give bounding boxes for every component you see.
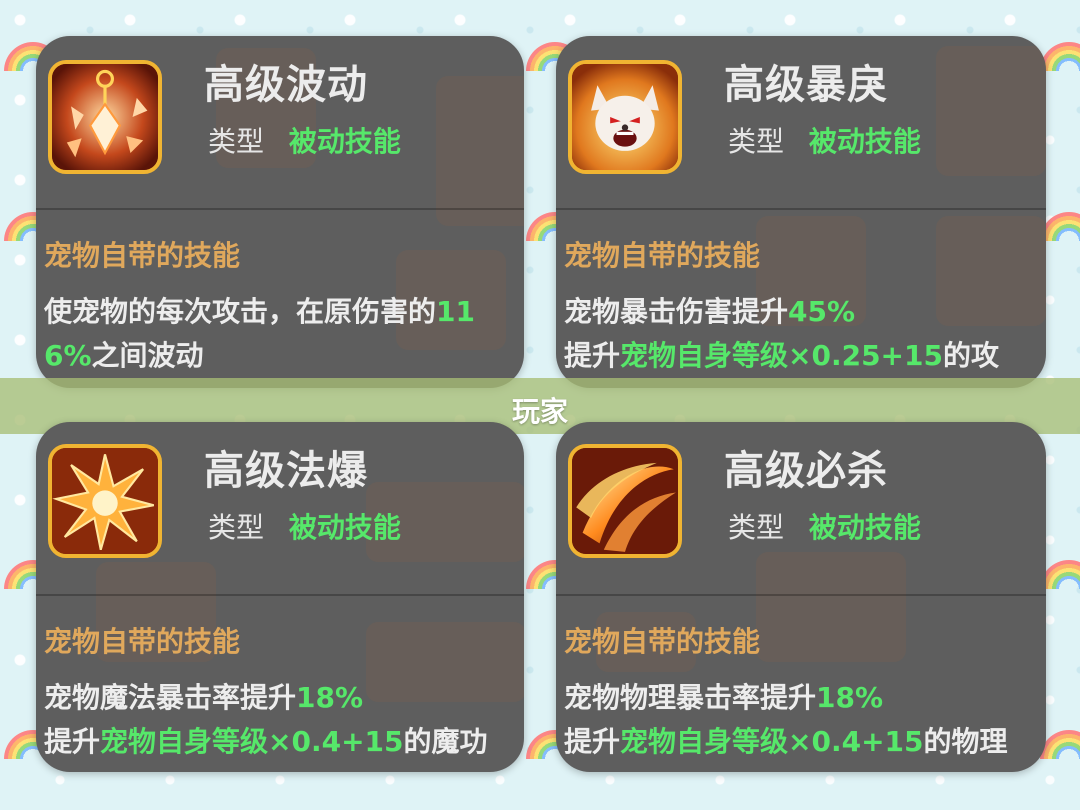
description-text: 提升 — [564, 339, 621, 372]
skill-card-magic-burst[interactable]: 高级法爆 类型 被动技能 宠物自带的技能 宠物魔法暴击率提升18% 提升宠物自身… — [36, 422, 524, 772]
background-slot — [936, 216, 1046, 326]
angry-wolf-icon — [568, 60, 682, 174]
background-slot — [936, 46, 1046, 176]
skill-card-critical[interactable]: 高级必杀 类型 被动技能 宠物自带的技能 宠物物理暴击率提升18% 提升宠物自身… — [556, 422, 1046, 772]
skill-title: 高级暴戾 — [724, 62, 888, 108]
skill-title: 高级波动 — [204, 62, 368, 108]
rainbow-decoration — [1040, 560, 1080, 589]
description-line-1: 使宠物的每次攻击，在原伤害的11 — [44, 290, 475, 330]
description-line-2: 提升宠物自身等级×0.25+15的攻 — [564, 334, 999, 374]
rainbow-decoration — [1040, 730, 1080, 759]
divider — [36, 594, 524, 596]
background-slot — [366, 622, 524, 702]
description-highlight: 宠物自身等级×0.25+15 — [620, 339, 943, 372]
rainbow-decoration — [1040, 212, 1080, 241]
description-text: 宠物魔法暴击率提升 — [44, 681, 297, 714]
section-heading: 宠物自带的技能 — [44, 625, 241, 658]
type-value: 被动技能 — [288, 511, 401, 544]
crystal-pendulum-icon — [48, 60, 162, 174]
divider — [36, 208, 524, 210]
type-label: 类型 — [728, 125, 785, 158]
description-highlight: 45% — [788, 295, 856, 328]
description-line-2: 6%之间波动 — [44, 334, 204, 374]
description-text: 之间波动 — [91, 339, 204, 372]
type-label: 类型 — [208, 511, 265, 544]
skill-type-row: 类型 被动技能 — [208, 120, 401, 160]
background-slot — [436, 76, 524, 226]
skill-title: 高级必杀 — [724, 448, 888, 494]
type-label: 类型 — [728, 511, 785, 544]
skill-card-wave[interactable]: 高级波动 类型 被动技能 宠物自带的技能 使宠物的每次攻击，在原伤害的11 6%… — [36, 36, 524, 388]
description-text: 的攻 — [943, 339, 1000, 372]
divider — [556, 208, 1046, 210]
description-highlight: 6% — [44, 339, 92, 372]
section-heading: 宠物自带的技能 — [564, 239, 761, 272]
section-heading: 宠物自带的技能 — [44, 239, 241, 272]
skill-title: 高级法爆 — [204, 448, 368, 494]
background-slot — [756, 552, 906, 662]
description-line-1: 宠物暴击伤害提升45% — [564, 290, 855, 330]
description-highlight: 18% — [296, 681, 364, 714]
description-highlight: 宠物自身等级×0.4+15 — [100, 725, 404, 758]
section-heading: 宠物自带的技能 — [564, 625, 761, 658]
description-text: 的魔功 — [403, 725, 488, 758]
description-text: 宠物物理暴击率提升 — [564, 681, 817, 714]
description-line-1: 宠物魔法暴击率提升18% — [44, 676, 363, 716]
skill-type-row: 类型 被动技能 — [728, 506, 921, 546]
description-line-2: 提升宠物自身等级×0.4+15的物理 — [564, 720, 1008, 760]
description-line-2: 提升宠物自身等级×0.4+15的魔功 — [44, 720, 488, 760]
type-value: 被动技能 — [808, 511, 921, 544]
description-text: 宠物暴击伤害提升 — [564, 295, 789, 328]
divider — [556, 594, 1046, 596]
description-text: 使宠物的每次攻击，在原伤害的 — [44, 295, 437, 328]
type-label: 类型 — [208, 125, 265, 158]
description-highlight: 宠物自身等级×0.4+15 — [620, 725, 924, 758]
type-value: 被动技能 — [808, 125, 921, 158]
skill-type-row: 类型 被动技能 — [728, 120, 921, 160]
skill-card-fury[interactable]: 高级暴戾 类型 被动技能 宠物自带的技能 宠物暴击伤害提升45% 提升宠物自身等… — [556, 36, 1046, 388]
description-line-1: 宠物物理暴击率提升18% — [564, 676, 883, 716]
description-text: 提升 — [564, 725, 621, 758]
description-highlight: 18% — [816, 681, 884, 714]
description-text: 提升 — [44, 725, 101, 758]
magic-burst-icon — [48, 444, 162, 558]
skill-type-row: 类型 被动技能 — [208, 506, 401, 546]
type-value: 被动技能 — [288, 125, 401, 158]
description-text: 的物理 — [923, 725, 1008, 758]
rainbow-decoration — [1040, 42, 1080, 71]
description-highlight: 11 — [436, 295, 475, 328]
fire-slash-icon — [568, 444, 682, 558]
